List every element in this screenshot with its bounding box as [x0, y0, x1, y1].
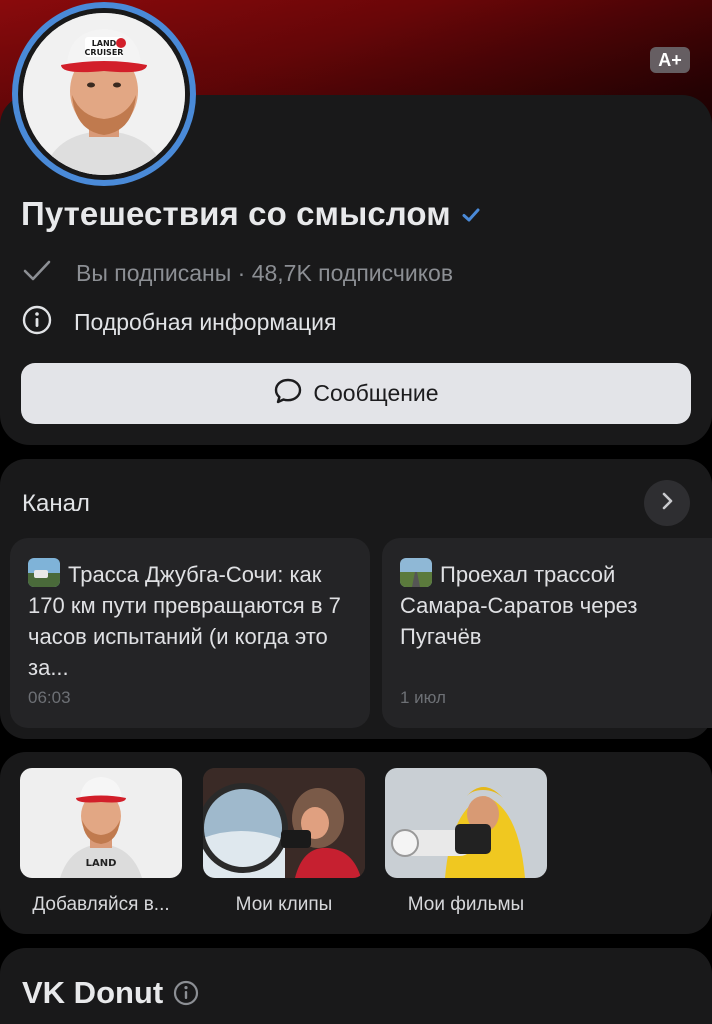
media-label: Мои клипы: [235, 894, 333, 915]
channel-post[interactable]: Трасса Джубга-Сочи: как 170 км пути прев…: [10, 538, 370, 728]
post-text: Трасса Джубга-Сочи: как 170 км пути прев…: [28, 562, 341, 680]
font-size-button[interactable]: A+: [650, 47, 690, 73]
message-button-label: Сообщение: [313, 380, 439, 406]
svg-text:CRUISER: CRUISER: [85, 48, 124, 57]
info-icon[interactable]: [173, 980, 199, 1011]
post-thumbnail: [28, 558, 60, 587]
post-date: 1 июл: [400, 688, 446, 707]
svg-text:LAND: LAND: [86, 858, 117, 869]
checkmark-icon: [22, 256, 52, 291]
channel-section-title: Канал: [22, 490, 90, 517]
avatar-photo: LAND CRUISER: [23, 13, 185, 175]
media-label: Мои фильмы: [407, 894, 525, 915]
subscription-status: Вы подписаны · 48,7K подписчиков: [76, 260, 454, 286]
channel-title-row: Путешествия со смыслом: [21, 195, 482, 233]
profile-screen: A+ LAND CRUISER Путешествия со смыслом В…: [0, 0, 712, 1024]
message-button[interactable]: Сообщение: [21, 363, 691, 424]
media-item-films[interactable]: Мои фильмы: [385, 768, 547, 916]
donut-title: VK Donut: [22, 975, 164, 1010]
svg-text:LAND: LAND: [92, 39, 117, 48]
media-thumbnail: [385, 768, 547, 878]
chevron-right-icon: [656, 490, 678, 517]
post-text: Проехал трассой Самара-Саратов через Пуг…: [400, 562, 638, 649]
post-thumbnail: [400, 558, 432, 587]
chat-bubble-icon: [273, 376, 303, 411]
channel-open-button[interactable]: [644, 480, 690, 526]
media-item-friends[interactable]: LAND Добавляйся в...: [20, 768, 182, 916]
media-thumbnail: LAND: [20, 768, 182, 878]
avatar[interactable]: LAND CRUISER: [12, 2, 196, 186]
info-icon: [22, 305, 52, 340]
media-label: Добавляйся в...: [32, 894, 170, 915]
verified-badge-icon: [460, 204, 482, 231]
post-date: 06:03: [28, 688, 71, 707]
subscription-row[interactable]: Вы подписаны · 48,7K подписчиков: [22, 256, 453, 291]
details-row[interactable]: Подробная информация: [22, 305, 336, 340]
media-thumbnail: [203, 768, 365, 878]
channel-name: Путешествия со смыслом: [21, 195, 451, 232]
channel-post[interactable]: Проехал трассой Самара-Саратов через Пуг…: [382, 538, 712, 728]
donut-title-row: VK Donut: [22, 975, 199, 1011]
details-label: Подробная информация: [74, 309, 337, 335]
media-item-clips[interactable]: Мои клипы: [203, 768, 365, 916]
